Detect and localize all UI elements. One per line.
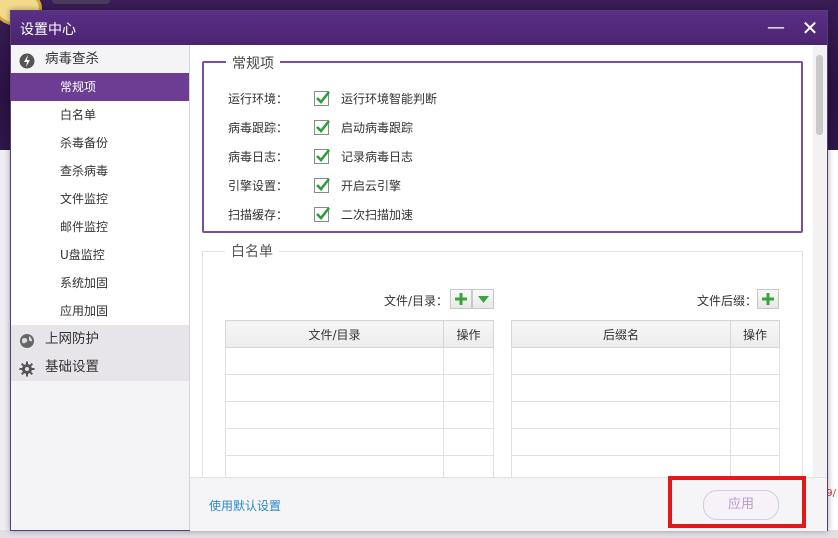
path-table: 文件/目录 操作 [225, 320, 494, 477]
setting-row-virus-trace: 病毒跟踪： 启动病毒跟踪 [228, 117, 413, 137]
setting-label: 扫描缓存： [228, 207, 289, 222]
settings-dialog: 设置中心 — ✕ 病毒查杀 常规项 白名单 杀毒备份 查杀病毒 文件监控 邮件监… [10, 10, 828, 531]
check-icon [316, 148, 331, 162]
sidebar-group-basic-settings[interactable]: 基础设置 [11, 353, 189, 381]
column-header-path: 文件/目录 [225, 320, 444, 348]
cloud-engine-checkbox[interactable] [314, 177, 331, 193]
setting-value: 记录病毒日志 [341, 149, 414, 164]
check-icon [316, 119, 331, 133]
setting-value: 开启云引擎 [341, 178, 402, 193]
path-dropdown-button[interactable] [472, 289, 494, 309]
table-row [511, 428, 780, 456]
check-icon [316, 177, 331, 191]
sidebar: 病毒查杀 常规项 白名单 杀毒备份 查杀病毒 文件监控 邮件监控 U盘监控 系统… [11, 45, 190, 530]
window-title: 设置中心 [20, 22, 76, 38]
sidebar-group-label: 基础设置 [45, 359, 99, 375]
setting-label: 运行环境： [228, 91, 289, 106]
sidebar-item-mail-monitor[interactable]: 邮件监控 [11, 213, 189, 241]
title-bar[interactable]: 设置中心 — ✕ [11, 11, 827, 45]
table-row [225, 455, 494, 477]
sidebar-group-web-protection[interactable]: 上网防护 [11, 325, 189, 353]
sidebar-item-scan[interactable]: 查杀病毒 [11, 157, 189, 185]
sidebar-item-app-hardening[interactable]: 应用加固 [11, 297, 189, 325]
setting-value: 启动病毒跟踪 [341, 120, 414, 135]
setting-value: 运行环境智能判断 [341, 91, 438, 106]
virus-log-checkbox[interactable] [314, 148, 331, 164]
add-path-button[interactable] [450, 289, 472, 309]
setting-label: 引擎设置： [228, 178, 289, 193]
check-icon [316, 206, 331, 220]
check-icon [316, 90, 331, 104]
setting-value: 二次扫描加速 [341, 207, 414, 222]
table-row [225, 401, 494, 429]
background-app-footer [0, 530, 838, 538]
general-settings-group: 常规项 运行环境： 运行环境智能判断 病毒跟踪： 启动病毒跟踪 病毒日志： 记录… [202, 53, 803, 233]
sidebar-item-backup[interactable]: 杀毒备份 [11, 129, 189, 157]
path-label: 文件/目录： [384, 294, 449, 308]
add-extension-button[interactable] [757, 289, 779, 309]
close-button[interactable]: ✕ [797, 15, 823, 41]
whitelist-group-title: 白名单 [225, 241, 279, 261]
extension-label: 文件后缀： [697, 294, 758, 308]
scan-cache-checkbox[interactable] [314, 206, 331, 222]
sidebar-group-label: 上网防护 [45, 331, 99, 347]
setting-row-scan-cache: 扫描缓存： 二次扫描加速 [228, 204, 413, 224]
sidebar-group-virus-scan[interactable]: 病毒查杀 [11, 45, 189, 73]
lightning-shield-icon [19, 51, 35, 69]
setting-row-virus-log: 病毒日志： 记录病毒日志 [228, 146, 413, 166]
globe-icon [19, 331, 35, 348]
column-header-action: 操作 [730, 320, 780, 348]
column-header-extension: 后缀名 [511, 320, 731, 348]
sidebar-item-whitelist[interactable]: 白名单 [11, 101, 189, 129]
column-header-action: 操作 [443, 320, 494, 348]
sidebar-item-usb-monitor[interactable]: U盘监控 [11, 241, 189, 269]
setting-row-runtime: 运行环境： 运行环境智能判断 [228, 88, 437, 108]
setting-label: 病毒日志： [228, 149, 289, 164]
plus-icon [762, 293, 774, 305]
scrollbar-thumb[interactable] [816, 55, 823, 135]
table-row [511, 347, 780, 375]
minimize-button[interactable]: — [763, 15, 789, 41]
sidebar-item-system-hardening[interactable]: 系统加固 [11, 269, 189, 297]
apply-highlight-box [668, 476, 806, 528]
background-tab [52, 0, 110, 4]
use-default-settings-link[interactable]: 使用默认设置 [209, 497, 281, 514]
virus-trace-checkbox[interactable] [314, 119, 331, 135]
table-row [511, 455, 780, 477]
general-group-title: 常规项 [226, 53, 280, 73]
plus-icon [455, 293, 467, 305]
sidebar-group-label: 病毒查杀 [45, 51, 99, 67]
whitelist-group: 白名单 文件/目录： 文件后缀： 文件/目录 操作 后缀名 操作 [202, 241, 803, 477]
settings-content: 常规项 运行环境： 运行环境智能判断 病毒跟踪： 启动病毒跟踪 病毒日志： 记录… [190, 45, 813, 477]
table-row [225, 347, 494, 375]
runtime-checkbox[interactable] [314, 90, 331, 106]
table-row [225, 428, 494, 456]
table-row [225, 374, 494, 402]
extension-table: 后缀名 操作 [511, 320, 780, 477]
content-scrollbar[interactable] [813, 45, 827, 477]
gear-icon [19, 359, 35, 377]
table-row [511, 401, 780, 429]
setting-row-engine: 引擎设置： 开启云引擎 [228, 175, 401, 195]
chevron-down-icon [478, 296, 489, 303]
sidebar-item-file-monitor[interactable]: 文件监控 [11, 185, 189, 213]
setting-label: 病毒跟踪： [228, 120, 289, 135]
sidebar-item-general[interactable]: 常规项 [11, 73, 189, 101]
table-row [511, 374, 780, 402]
